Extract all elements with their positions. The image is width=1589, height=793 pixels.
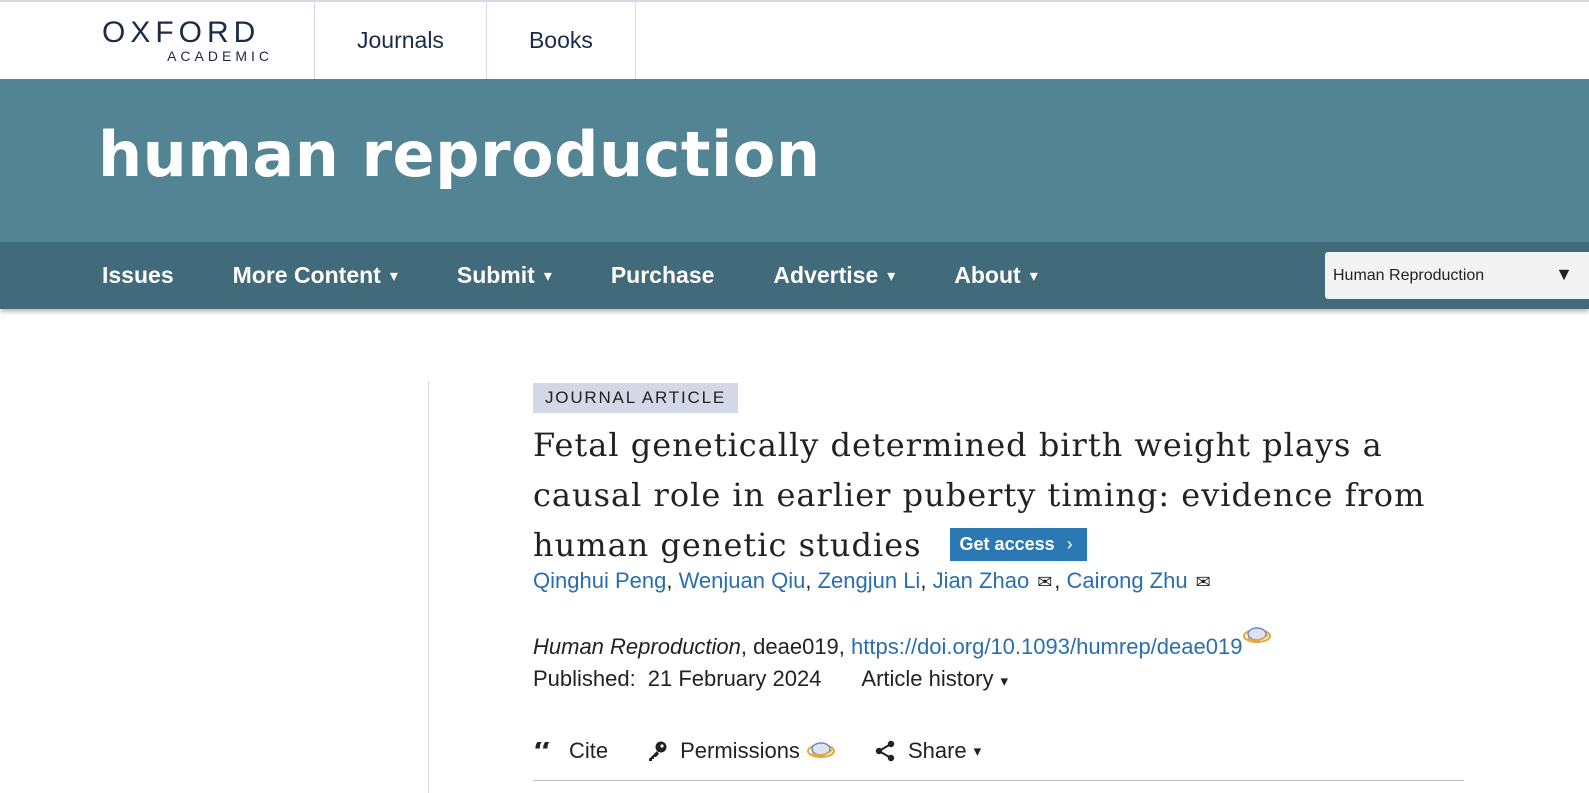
dropdown-arrow-icon: ▼ — [1555, 264, 1573, 284]
article-history-label: Article history — [861, 666, 994, 691]
citation-line: Human Reproduction, deae019, https://doi… — [533, 626, 1272, 660]
chevron-right-icon: › — [1066, 534, 1073, 554]
site-top-nav: Journals Books — [314, 2, 636, 79]
article-tools: “ Cite Permissions Share ▾ — [533, 734, 1019, 768]
journal-nav-items: Issues More Content ▾ Submit ▾ Purchase … — [102, 242, 1097, 309]
get-access-label: Get access — [959, 534, 1055, 554]
author-link[interactable]: Qinghui Peng — [533, 568, 666, 593]
article-history-toggle[interactable]: Article history ▾ — [861, 666, 1008, 692]
nav-item-label: Issues — [102, 262, 174, 288]
journal-banner: human reproduction — [0, 79, 1589, 242]
nav-item-label: More Content — [232, 262, 381, 288]
published-label: Published: — [533, 666, 636, 691]
author-link[interactable]: Zengjun Li — [818, 568, 921, 593]
caret-down-icon: ▾ — [1000, 673, 1008, 690]
caret-down-icon: ▾ — [973, 743, 982, 760]
search-scope-select[interactable]: Human Reproduction ▼ — [1325, 252, 1589, 299]
journal-nav-bar: Issues More Content ▾ Submit ▾ Purchase … — [0, 242, 1589, 309]
nav-item-label: Purchase — [610, 262, 715, 288]
citation-journal: Human Reproduction — [533, 634, 741, 659]
journal-title[interactable]: human reproduction — [98, 117, 821, 193]
nav-item-label: Submit — [456, 262, 535, 288]
nav-item-more-content[interactable]: More Content ▾ — [233, 262, 398, 289]
caret-down-icon: ▾ — [543, 267, 552, 285]
author-link[interactable]: Wenjuan Qiu — [679, 568, 806, 593]
site-header: OXFORD ACADEMIC Journals Books — [0, 0, 1589, 79]
author-link[interactable]: Cairong Zhu — [1067, 568, 1188, 593]
crossmark-icon — [806, 742, 835, 758]
article-title: Fetal genetically determined birth weigh… — [533, 420, 1463, 570]
crossmark-icon[interactable] — [1242, 626, 1272, 646]
share-label: Share — [907, 738, 967, 763]
nav-item-advertise[interactable]: Advertise ▾ — [773, 262, 895, 289]
permissions-button[interactable]: Permissions — [646, 738, 836, 764]
svg-text:“: “ — [533, 742, 553, 760]
nav-item-issues[interactable]: Issues — [102, 262, 174, 289]
cite-label: Cite — [569, 738, 609, 763]
nav-item-about[interactable]: About ▾ — [954, 262, 1037, 289]
cite-button[interactable]: “ Cite — [533, 738, 608, 764]
top-nav-journals[interactable]: Journals — [315, 2, 487, 79]
logo-academic-text: ACADEMIC — [167, 48, 273, 64]
oxford-academic-logo[interactable]: OXFORD ACADEMIC — [102, 16, 277, 66]
citation-article-id: deae019 — [753, 634, 839, 659]
author-list: Qinghui Peng, Wenjuan Qiu, Zengjun Li, J… — [533, 568, 1211, 593]
envelope-icon[interactable]: ✉ — [1037, 572, 1052, 593]
caret-down-icon: ▾ — [389, 267, 398, 285]
top-nav-books[interactable]: Books — [487, 2, 636, 79]
published-date: 21 February 2024 — [647, 666, 822, 691]
quote-icon: “ — [533, 742, 557, 760]
left-column-divider — [428, 382, 429, 793]
caret-down-icon: ▾ — [887, 267, 896, 285]
permissions-label: Permissions — [680, 738, 800, 763]
nav-item-label: Advertise — [773, 262, 879, 288]
caret-down-icon: ▾ — [1029, 267, 1038, 285]
envelope-icon[interactable]: ✉ — [1196, 572, 1211, 593]
search-scope-value: Human Reproduction — [1333, 266, 1485, 284]
nav-item-purchase[interactable]: Purchase — [611, 262, 715, 289]
get-access-button[interactable]: Get access › — [949, 527, 1087, 561]
share-button[interactable]: Share ▾ — [874, 738, 981, 764]
publication-info: Published: 21 February 2024 Article hist… — [533, 666, 1008, 692]
logo-oxford-text: OXFORD — [102, 16, 261, 49]
nav-item-label: About — [954, 262, 1021, 288]
key-icon — [646, 740, 668, 762]
article-header-divider — [533, 780, 1464, 781]
share-icon — [874, 740, 896, 762]
nav-item-submit[interactable]: Submit ▾ — [457, 262, 552, 289]
doi-link[interactable]: https://doi.org/10.1093/humrep/deae019 — [851, 634, 1242, 659]
article-type-badge: JOURNAL ARTICLE — [533, 383, 738, 413]
author-link[interactable]: Jian Zhao — [933, 568, 1030, 593]
